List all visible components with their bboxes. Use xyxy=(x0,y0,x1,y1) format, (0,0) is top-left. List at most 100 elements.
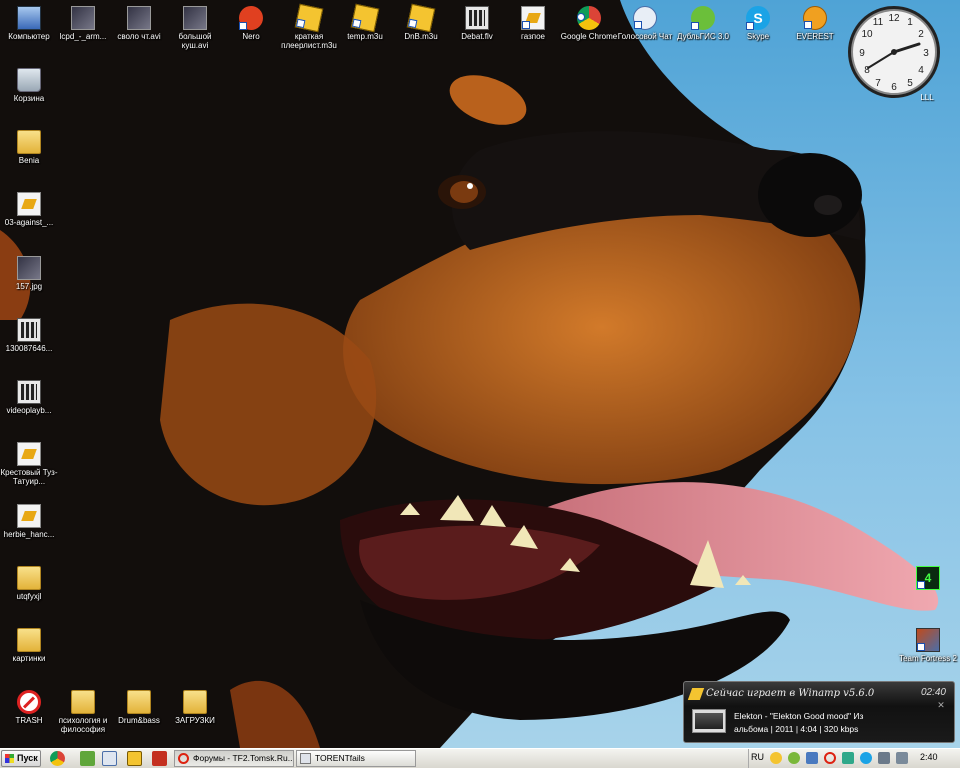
folder-icon xyxy=(71,690,95,714)
desktop-icon-playlist-1[interactable]: краткая плеерлист.m3u xyxy=(280,3,338,50)
desktop-icon-label: Skype xyxy=(746,32,770,41)
document-shortcut-icon xyxy=(521,6,545,30)
desktop-icon-doc[interactable]: газпое xyxy=(504,6,562,41)
start-label: Пуск xyxy=(17,753,38,763)
desktop-icon-label: психология и философия xyxy=(58,716,108,734)
quicklaunch-chrome-icon[interactable] xyxy=(50,751,65,766)
quicklaunch-game-icon[interactable] xyxy=(152,751,167,766)
desktop-icon-nero[interactable]: Nero xyxy=(222,6,280,41)
folder-icon xyxy=(183,690,207,714)
winamp-playlist-icon xyxy=(350,3,380,33)
desktop-icon-herbie[interactable]: herbie_hanc... xyxy=(0,504,58,539)
desktop-icon-label: EVEREST xyxy=(796,32,834,41)
quicklaunch-voice-icon[interactable] xyxy=(102,751,117,766)
desktop-icon-against[interactable]: 03-against_... xyxy=(0,192,58,227)
tray-skype-icon[interactable] xyxy=(860,752,872,764)
desktop-icon-157jpg[interactable]: 157.jpg xyxy=(0,256,58,291)
svg-text:11: 11 xyxy=(873,17,884,28)
video-icon xyxy=(127,6,151,30)
desktop-icon-label: Nero xyxy=(242,32,260,41)
winamp-playlist-icon xyxy=(406,3,436,33)
desktop-icon-everest[interactable]: EVEREST xyxy=(786,6,844,41)
desktop-icon-label: большой куш.avi xyxy=(178,32,212,50)
folder-icon xyxy=(17,130,41,154)
desktop-icon-playlist-3[interactable]: DnB.m3u xyxy=(392,3,450,41)
svg-text:3: 3 xyxy=(923,48,929,59)
winamp-playlist-icon xyxy=(294,3,324,33)
desktop[interactable]: Компьютер lcpd_-_arm... своло чт.avi бол… xyxy=(0,0,960,748)
desktop-icon-recycle-bin[interactable]: Корзина xyxy=(0,68,58,103)
tray-app-icon[interactable] xyxy=(806,752,818,764)
image-icon xyxy=(71,6,95,30)
task-label: Форумы - TF2.Tomsk.Ru... xyxy=(193,753,294,763)
now-playing-time: 02:40 xyxy=(920,687,946,698)
folder-icon xyxy=(127,690,151,714)
tray-clock[interactable]: 2:40 xyxy=(920,752,938,762)
everest-icon xyxy=(803,6,827,30)
taskbar: Пуск Форумы - TF2.Tomsk.Ru... TORENTfail… xyxy=(0,748,960,768)
desktop-icon-lcpd[interactable]: lcpd_-_arm... xyxy=(54,6,112,41)
tray-winamp-icon[interactable] xyxy=(770,752,782,764)
desktop-icon-drumbass[interactable]: Drum&bass xyxy=(110,690,168,725)
audio-file-icon xyxy=(17,192,41,216)
desktop-icon-computer[interactable]: Компьютер xyxy=(0,6,58,41)
2gis-icon xyxy=(691,6,715,30)
desktop-icon-label: газпое xyxy=(521,32,545,41)
svg-text:4: 4 xyxy=(918,65,924,76)
video-file-icon xyxy=(465,6,489,30)
desktop-icon-label: temp.m3u xyxy=(347,32,383,41)
start-button[interactable]: Пуск xyxy=(1,750,41,767)
svg-text:10: 10 xyxy=(861,29,873,40)
now-playing-title: Сейчас играет в Winamp v5.6.0 xyxy=(706,688,875,699)
clock-gadget[interactable]: 12 12 345 678 91011 xyxy=(846,4,942,100)
desktop-icon-playlist-2[interactable]: temp.m3u xyxy=(336,3,394,41)
desktop-icon-krestovy[interactable]: Крестовый Туз-Татуир... xyxy=(0,442,58,486)
desktop-icon-chrome[interactable]: Google Chrome xyxy=(560,6,618,41)
video-file-icon xyxy=(17,380,41,404)
nero-icon xyxy=(239,6,263,30)
desktop-icon-debat[interactable]: Debat.flv xyxy=(448,6,506,41)
track-line-2: альбома | 2011 | 4:04 | 320 kbps xyxy=(734,724,859,734)
close-icon[interactable]: ✕ xyxy=(936,700,946,710)
desktop-icon-label: Крестовый Туз-Татуир... xyxy=(0,468,58,486)
tray-sync-icon[interactable] xyxy=(842,752,854,764)
desktop-icon-psychology[interactable]: психология и философия xyxy=(54,690,112,734)
desktop-icon-skype[interactable]: S Skype xyxy=(729,6,787,41)
album-art xyxy=(692,709,726,733)
video-icon xyxy=(183,6,207,30)
desktop-icon-label: videoplayb... xyxy=(6,406,52,415)
desktop-icon-kartinki[interactable]: картинки xyxy=(0,628,58,663)
desktop-icon-2gis[interactable]: ДубльГИС 3.0 xyxy=(674,6,732,41)
desktop-icon-trash[interactable]: TRASH xyxy=(0,690,58,725)
desktop-icon-video-130087[interactable]: 130087646... xyxy=(0,318,58,353)
desktop-icon-zagruzki[interactable]: ЗАГРУЗКИ xyxy=(166,690,224,725)
desktop-icon-voice-chat[interactable]: Голосовой Чат xyxy=(616,6,674,41)
folder-icon xyxy=(17,628,41,652)
desktop-icon-label: Корзина xyxy=(13,94,45,103)
tray-volume-icon[interactable] xyxy=(896,752,908,764)
desktop-icon-videoplayback[interactable]: videoplayb... xyxy=(0,380,58,415)
left4dead-icon: 4 xyxy=(916,566,940,590)
svg-text:6: 6 xyxy=(891,82,897,93)
task-opera-forum[interactable]: Форумы - TF2.Tomsk.Ru... xyxy=(174,750,294,767)
desktop-icon-team-fortress[interactable]: Team Fortress 2 xyxy=(899,628,957,663)
desktop-icon-label: Drum&bass xyxy=(118,716,160,725)
desktop-icon-utqfyxjl[interactable]: utqfyxjl xyxy=(0,566,58,601)
clock-gadget-label: LLL xyxy=(920,93,934,102)
quicklaunch-2gis-icon[interactable] xyxy=(80,751,95,766)
desktop-icon-label: Google Chrome xyxy=(560,32,618,41)
windows-flag-icon xyxy=(5,754,14,763)
desktop-icon-video-2[interactable]: большой куш.avi xyxy=(166,6,224,50)
desktop-icon-benia[interactable]: Benia xyxy=(0,130,58,165)
desktop-icon-video-1[interactable]: своло чт.avi xyxy=(110,6,168,41)
desktop-icon-label: Team Fortress 2 xyxy=(899,654,957,663)
language-indicator[interactable]: RU xyxy=(751,752,764,762)
tray-opera-icon[interactable] xyxy=(824,752,836,764)
desktop-icon-left4dead[interactable]: 4 xyxy=(899,566,957,592)
tray-device-icon[interactable] xyxy=(878,752,890,764)
task-torentfails[interactable]: TORENTfails xyxy=(296,750,416,767)
quicklaunch-winamp-icon[interactable] xyxy=(127,751,142,766)
desktop-icon-label: своло чт.avi xyxy=(117,32,161,41)
tray-network-icon[interactable] xyxy=(788,752,800,764)
winamp-now-playing-popup[interactable]: Сейчас играет в Winamp v5.6.0 02:40 ✕ El… xyxy=(683,681,955,743)
